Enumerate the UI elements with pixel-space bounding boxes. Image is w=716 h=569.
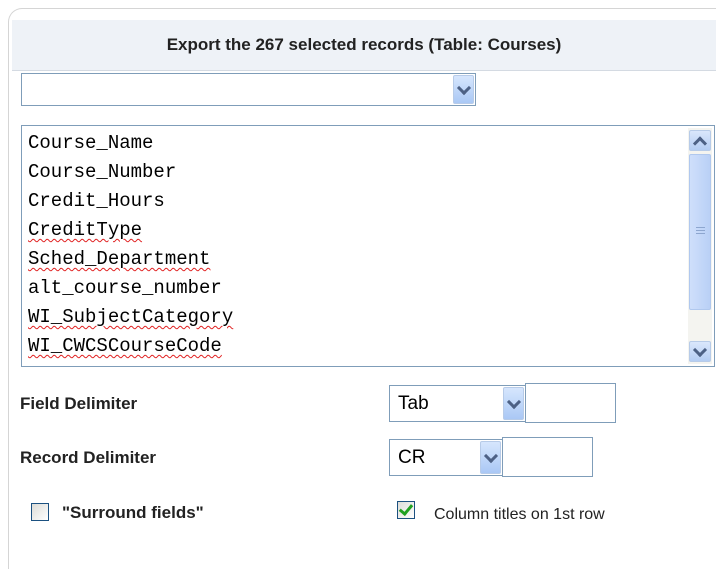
scroll-down-button[interactable]	[689, 341, 711, 362]
record-delimiter-select[interactable]: CR	[389, 439, 503, 476]
checkmark-icon	[398, 500, 414, 517]
chevron-down-icon	[483, 448, 498, 463]
field-delimiter-select[interactable]: Tab	[389, 385, 526, 422]
chevron-up-icon	[692, 135, 708, 151]
record-delimiter-label: Record Delimiter	[20, 448, 157, 467]
chevron-down-icon	[506, 394, 521, 409]
chevron-down-icon	[692, 342, 708, 357]
fields-listbox[interactable]: Course_Name Course_Number Credit_Hours C…	[21, 125, 715, 367]
grip-line	[696, 227, 705, 228]
scroll-thumb[interactable]	[689, 154, 711, 310]
list-item[interactable]: Sched_Department	[28, 245, 210, 273]
scroll-up-button[interactable]	[689, 130, 711, 151]
grip-line	[696, 233, 705, 234]
field-delimiter-label: Field Delimiter	[20, 394, 138, 413]
field-delimiter-custom-input[interactable]	[525, 383, 616, 423]
list-item[interactable]: WI_CWCSCourseCode	[28, 332, 222, 360]
page-title: Export the 267 selected records (Table: …	[166, 35, 562, 54]
record-delimiter-dropdown-button[interactable]	[480, 441, 501, 474]
list-item[interactable]: CreditType	[28, 216, 142, 244]
export-header: Export the 267 selected records (Table: …	[12, 20, 716, 71]
record-delimiter-value: CR	[398, 446, 426, 468]
surround-fields-checkbox[interactable]	[31, 503, 49, 521]
record-delimiter-custom-input[interactable]	[502, 437, 593, 477]
fields-scrollbar[interactable]	[688, 128, 712, 364]
template-dropdown-button[interactable]	[453, 75, 474, 104]
field-delimiter-value: Tab	[398, 392, 429, 414]
surround-fields-label: "Surround fields"	[62, 503, 204, 522]
list-item[interactable]: WI_SubjectCategory	[28, 303, 233, 331]
field-delimiter-dropdown-button[interactable]	[503, 387, 524, 420]
export-template-select[interactable]	[21, 73, 476, 106]
list-item[interactable]: alt_course_number	[28, 274, 222, 302]
column-titles-checkbox[interactable]	[397, 500, 415, 519]
column-titles-label: Column titles on 1st row	[434, 506, 605, 523]
grip-line	[696, 230, 705, 231]
list-item[interactable]: Course_Name	[28, 129, 153, 157]
list-item[interactable]: Course_Number	[28, 158, 176, 186]
list-item[interactable]: Credit_Hours	[28, 187, 165, 215]
chevron-down-icon	[456, 80, 471, 95]
